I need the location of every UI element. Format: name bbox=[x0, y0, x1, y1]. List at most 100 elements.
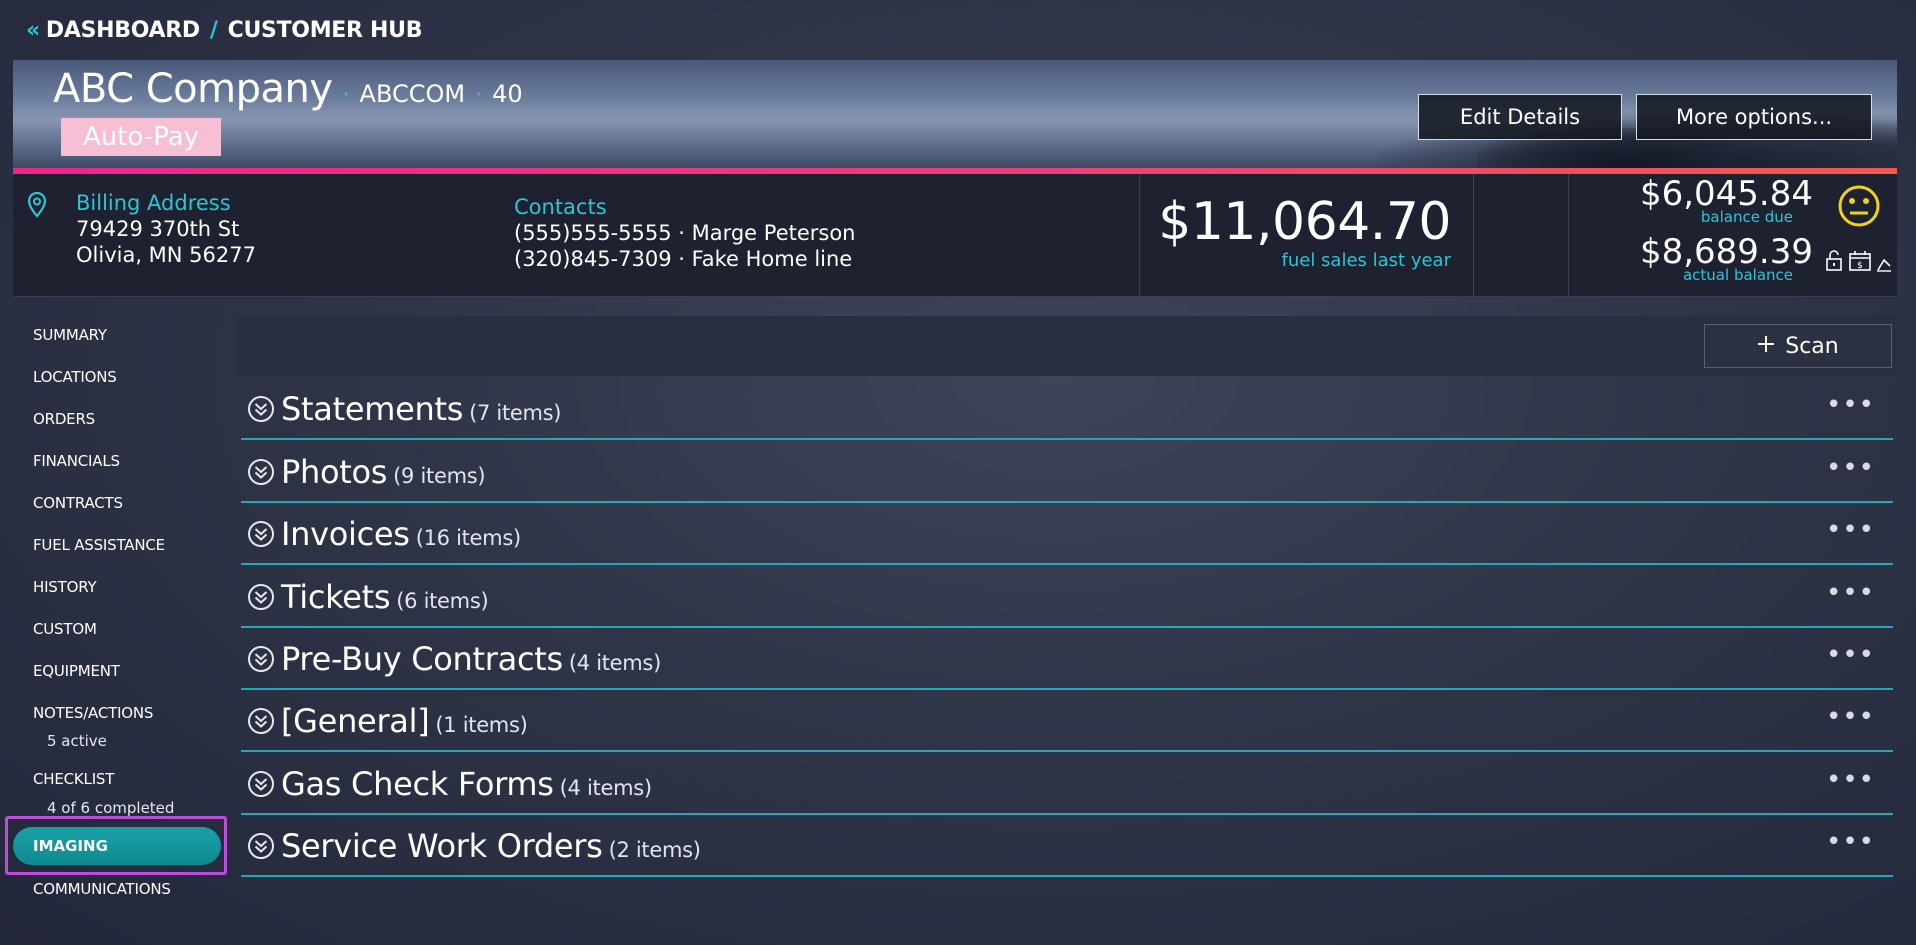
lock-icon[interactable] bbox=[1824, 250, 1844, 276]
chart-icon[interactable] bbox=[1876, 250, 1892, 276]
folder-row[interactable]: Invoices (16 items) ••• bbox=[241, 507, 1893, 565]
folder-row[interactable]: Photos (9 items) ••• bbox=[241, 445, 1893, 503]
expand-chevron-icon[interactable] bbox=[247, 770, 275, 802]
folder-count: (16 items) bbox=[415, 526, 521, 550]
contacts-title[interactable]: Contacts bbox=[514, 194, 856, 220]
scan-button-label: Scan bbox=[1785, 333, 1839, 359]
breadcrumb: «DASHBOARD / CUSTOMER HUB bbox=[26, 18, 422, 43]
folder-row[interactable]: Gas Check Forms (4 items) ••• bbox=[241, 757, 1893, 815]
expand-chevron-icon[interactable] bbox=[247, 583, 275, 615]
location-pin-icon bbox=[27, 191, 47, 222]
sidebar-item-financials[interactable]: FINANCIALS bbox=[33, 452, 120, 470]
folder-count: (4 items) bbox=[568, 651, 661, 675]
folder-count: (2 items) bbox=[608, 838, 701, 862]
folder-title: Photos (9 items) bbox=[281, 453, 486, 491]
expand-chevron-icon[interactable] bbox=[247, 707, 275, 739]
imaging-toolbar bbox=[236, 316, 1896, 376]
folder-row[interactable]: [General] (1 items) ••• bbox=[241, 694, 1893, 752]
more-options-icon[interactable]: ••• bbox=[1826, 453, 1875, 483]
more-options-icon[interactable]: ••• bbox=[1826, 515, 1875, 545]
info-divider bbox=[1473, 174, 1474, 296]
folder-title: Statements (7 items) bbox=[281, 390, 561, 428]
folder-name: Invoices bbox=[281, 515, 410, 553]
edit-details-button[interactable]: Edit Details bbox=[1418, 94, 1622, 140]
folder-row[interactable]: Service Work Orders (2 items) ••• bbox=[241, 819, 1893, 877]
double-chevron-left-icon[interactable]: « bbox=[26, 18, 40, 43]
svg-text:$: $ bbox=[1857, 261, 1863, 271]
scan-button[interactable]: Scan bbox=[1704, 324, 1892, 368]
customer-code: ABCCOM bbox=[359, 80, 466, 108]
billing-address: Billing Address 79429 370th St Olivia, M… bbox=[76, 190, 256, 268]
expand-chevron-icon[interactable] bbox=[247, 395, 275, 427]
billing-address-title[interactable]: Billing Address bbox=[76, 190, 256, 216]
sidebar-item-notes-actions[interactable]: NOTES/ACTIONS bbox=[33, 704, 153, 722]
fuel-sales-label: fuel sales last year bbox=[1281, 250, 1451, 271]
billing-address-line1: 79429 370th St bbox=[76, 217, 240, 241]
plus-icon bbox=[1757, 334, 1775, 359]
contacts: Contacts (555)555-5555 · Marge Peterson … bbox=[514, 194, 856, 272]
folder-name: Gas Check Forms bbox=[281, 765, 554, 803]
folder-name: Tickets bbox=[281, 578, 391, 616]
folder-name: [General] bbox=[281, 702, 430, 740]
sidebar-item-checklist[interactable]: CHECKLIST bbox=[33, 770, 114, 788]
breadcrumb-separator: / bbox=[209, 18, 218, 43]
selection-highlight bbox=[5, 816, 227, 875]
expand-chevron-icon[interactable] bbox=[247, 520, 275, 552]
contact-item: (555)555-5555 · Marge Peterson bbox=[514, 221, 856, 245]
customer-name: ABC Company bbox=[53, 66, 333, 112]
fuel-sales-amount: $11,064.70 bbox=[1158, 192, 1451, 252]
folder-name: Statements bbox=[281, 390, 464, 428]
expand-chevron-icon[interactable] bbox=[247, 458, 275, 490]
sidebar-item-history[interactable]: HISTORY bbox=[33, 578, 97, 596]
more-options-icon[interactable]: ••• bbox=[1826, 702, 1875, 732]
billing-address-line2: Olivia, MN 56277 bbox=[76, 243, 256, 267]
sidebar-item-locations[interactable]: LOCATIONS bbox=[33, 368, 117, 386]
folder-row[interactable]: Tickets (6 items) ••• bbox=[241, 570, 1893, 628]
folder-count: (4 items) bbox=[559, 776, 652, 800]
sidebar-item-summary[interactable]: SUMMARY bbox=[33, 326, 107, 344]
customer-info-bar: Billing Address 79429 370th St Olivia, M… bbox=[13, 174, 1897, 297]
balance-action-icons: $ bbox=[1824, 250, 1892, 276]
folder-title: [General] (1 items) bbox=[281, 702, 528, 740]
folder-name: Pre-Buy Contracts bbox=[281, 640, 563, 678]
balance-due: $6,045.84 balance due bbox=[1573, 176, 1813, 226]
sidebar-item-equipment[interactable]: EQUIPMENT bbox=[33, 662, 120, 680]
folder-name: Photos bbox=[281, 453, 388, 491]
title-separator: · bbox=[342, 83, 350, 108]
fuel-sales: $11,064.70 fuel sales last year bbox=[1133, 194, 1451, 271]
more-options-icon[interactable]: ••• bbox=[1826, 827, 1875, 857]
folder-name: Service Work Orders bbox=[281, 827, 603, 865]
customer-title: ABC Company · ABCCOM · 40 bbox=[53, 66, 523, 112]
folder-title: Invoices (16 items) bbox=[281, 515, 521, 553]
sidebar-item-checklist-status: 4 of 6 completed bbox=[47, 799, 175, 817]
sidebar-item-communications[interactable]: COMMUNICATIONS bbox=[33, 880, 171, 898]
sidebar-item-fuel-assistance[interactable]: FUEL ASSISTANCE bbox=[33, 536, 165, 554]
folder-row[interactable]: Pre-Buy Contracts (4 items) ••• bbox=[241, 632, 1893, 690]
contact-item: (320)845-7309 · Fake Home line bbox=[514, 247, 853, 271]
folder-title: Tickets (6 items) bbox=[281, 578, 489, 616]
sidebar-item-orders[interactable]: ORDERS bbox=[33, 410, 95, 428]
folder-title: Pre-Buy Contracts (4 items) bbox=[281, 640, 661, 678]
more-options-icon[interactable]: ••• bbox=[1826, 640, 1875, 670]
actual-balance-label: actual balance bbox=[1682, 266, 1793, 284]
folder-count: (6 items) bbox=[396, 589, 489, 613]
balance-due-amount: $6,045.84 bbox=[1639, 174, 1813, 214]
breadcrumb-dashboard-link[interactable]: DASHBOARD bbox=[46, 18, 200, 43]
folder-row[interactable]: Statements (7 items) ••• bbox=[241, 382, 1893, 440]
expand-chevron-icon[interactable] bbox=[247, 645, 275, 677]
folder-title: Service Work Orders (2 items) bbox=[281, 827, 701, 865]
calendar-dollar-icon[interactable]: $ bbox=[1848, 250, 1872, 276]
sidebar-item-custom[interactable]: CUSTOM bbox=[33, 620, 97, 638]
neutral-face-icon bbox=[1837, 184, 1881, 232]
more-options-icon[interactable]: ••• bbox=[1826, 390, 1875, 420]
customer-number: 40 bbox=[492, 80, 523, 108]
folder-count: (9 items) bbox=[393, 464, 486, 488]
sidebar-item-contracts[interactable]: CONTRACTS bbox=[33, 494, 123, 512]
more-options-icon[interactable]: ••• bbox=[1826, 765, 1875, 795]
more-options-icon[interactable]: ••• bbox=[1826, 578, 1875, 608]
info-divider bbox=[1568, 174, 1569, 296]
breadcrumb-current: CUSTOMER HUB bbox=[227, 18, 423, 43]
actual-balance-amount: $8,689.39 bbox=[1639, 232, 1813, 272]
expand-chevron-icon[interactable] bbox=[247, 832, 275, 864]
more-options-button[interactable]: More options... bbox=[1636, 94, 1872, 140]
